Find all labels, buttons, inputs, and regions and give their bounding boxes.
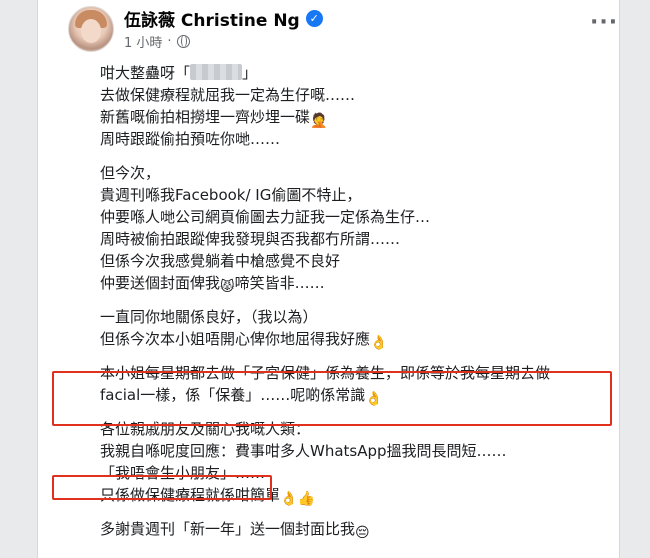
post-line: 「我唔會生小朋友」…… <box>100 464 266 482</box>
avatar-face <box>81 19 101 43</box>
post-line: 去做保健療程就屈我一定為生仔嘅…… <box>100 86 356 104</box>
post-line: 周時跟蹤偷拍預咗你哋…… <box>100 130 281 148</box>
post-line: 但係今次我感覺躺着中槍感覺不良好 <box>100 252 341 270</box>
author-header: 伍詠薇 Christine Ng ✓ <box>124 6 323 31</box>
post-line: 各位親戚朋友及關心我嘅人類： <box>100 420 311 438</box>
post-line: 本小姐每星期都去做「子宮保健」係為養生，即係等於我每星期去做 <box>100 364 551 382</box>
post-line: 一直同你地關係良好，（我以為） <box>100 308 318 326</box>
post-line: 仲要喺人哋公司網頁偷圖去力証我一定係為生仔… <box>100 208 431 226</box>
more-options-icon[interactable]: ··· <box>590 10 618 35</box>
post-body: 咁大整蠱呀「」 去做保健療程就屈我一定為生仔嘅…… 新舊嘅偷拍相撈埋一齊炒埋一碟… <box>100 62 619 541</box>
ok-hand-emoji-icon: 👌 <box>370 335 388 351</box>
globe-icon <box>176 34 190 48</box>
post-line: 咁大整蠱呀「」 <box>100 64 258 82</box>
post-line: facial一樣，係「保養」……呢啲係常識👌 <box>100 384 619 407</box>
post-line: 新舊嘅偷拍相撈埋一齊炒埋一碟🤦 <box>100 106 619 129</box>
facebook-post-card: 伍詠薇 Christine Ng ✓ 1 小時 · ··· 咁大整蠱呀「」 去做… <box>37 0 620 558</box>
ok-hand-emoji-icon: 👌 <box>365 391 383 407</box>
post-line: 周時被偷拍跟蹤俾我發現與否我都冇所謂…… <box>100 230 401 248</box>
post-line: 仲要送個封面俾我😾啼笑皆非…… <box>100 272 619 295</box>
post-time[interactable]: 1 小時 <box>124 32 162 51</box>
pensive-emoji-icon: 😔 <box>355 525 370 541</box>
blurred-text <box>190 64 243 80</box>
post-line: 貴週刊喺我Facebook/ IG偷圖不特止， <box>100 186 362 204</box>
post-meta: 1 小時 · <box>124 32 190 51</box>
post-line: 多謝貴週刊「新一年」送一個封面比我😔 <box>100 518 619 541</box>
post-line: 只係做保健療程就係咁簡單👌👍 <box>100 484 619 507</box>
post-line: 我親自喺呢度回應：費事咁多人WhatsApp搵我問長問短…… <box>100 442 507 460</box>
author-name[interactable]: 伍詠薇 Christine Ng <box>124 6 300 31</box>
author-avatar[interactable] <box>68 6 114 52</box>
post-line: 但係今次本小姐唔開心俾你地屈得我好應👌 <box>100 328 619 351</box>
thumbs-up-emoji-icon: 👍 <box>297 491 315 507</box>
facepalm-emoji-icon: 🤦 <box>310 113 328 129</box>
ok-hand-emoji-icon: 👌 <box>280 491 298 507</box>
verified-badge-icon: ✓ <box>305 9 323 27</box>
post-line: 但今次， <box>100 164 161 182</box>
pouting-cat-emoji-icon: 😾 <box>220 279 235 295</box>
